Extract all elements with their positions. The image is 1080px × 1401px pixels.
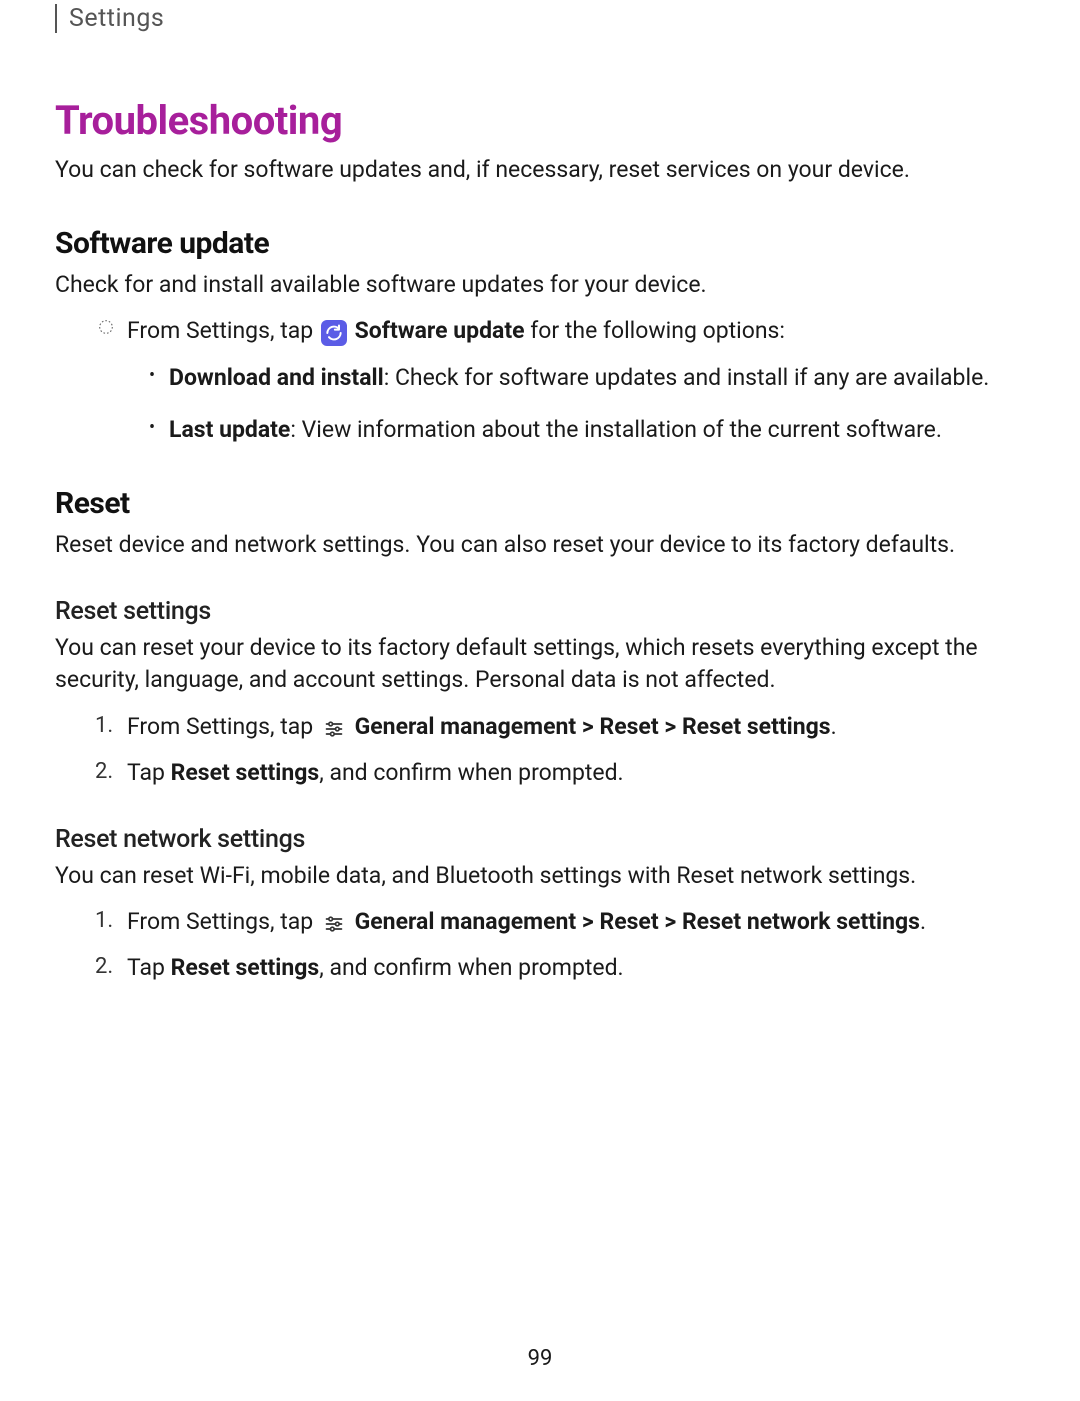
step-number: 1.	[95, 906, 117, 937]
bullet-icon: •	[145, 362, 159, 391]
reset-network-desc: You can reset Wi-Fi, mobile data, and Bl…	[55, 860, 1025, 892]
list-item: 2. Tap Reset settings, and confirm when …	[55, 952, 1025, 984]
bullet-text: Last update: View information about the …	[169, 414, 1025, 446]
reset-heading: Reset	[55, 486, 1025, 521]
intro-text: You can check for software updates and, …	[55, 154, 1025, 186]
step-text: From Settings, tap General management > …	[127, 711, 1025, 743]
step-suffix: , and confirm when prompted.	[319, 954, 623, 981]
list-item: 1. From Settings, tap General management…	[55, 906, 1025, 938]
bullet-bold: Last update	[169, 416, 290, 443]
step-bold: Software update	[355, 317, 525, 344]
reset-network-heading: Reset network settings	[55, 825, 1025, 854]
step-number: 1.	[95, 711, 117, 742]
breadcrumb: Settings	[55, 4, 1025, 33]
step-suffix: for the following options:	[525, 317, 785, 344]
step-prefix: From Settings, tap	[127, 713, 319, 740]
bullet-rest: : Check for software updates and install…	[384, 364, 990, 391]
reset-desc: Reset device and network settings. You c…	[55, 529, 1025, 561]
software-update-bullets: • Download and install: Check for softwa…	[55, 362, 1025, 446]
bullet-text: Download and install: Check for software…	[169, 362, 1025, 394]
step-bold: Reset settings	[171, 759, 320, 786]
dotted-circle-icon	[95, 315, 117, 346]
bullet-bold: Download and install	[169, 364, 384, 391]
reset-settings-desc: You can reset your device to its factory…	[55, 632, 1025, 696]
page-number: 99	[0, 1346, 1080, 1371]
list-item: • Download and install: Check for softwa…	[145, 362, 1025, 394]
step-suffix: .	[920, 908, 926, 935]
step-prefix: From Settings, tap	[127, 908, 319, 935]
reset-settings-heading: Reset settings	[55, 597, 1025, 626]
step-text: Tap Reset settings, and confirm when pro…	[127, 952, 1025, 984]
step-suffix: , and confirm when prompted.	[319, 759, 623, 786]
software-update-step: From Settings, tap Software update for t…	[55, 315, 1025, 347]
step-number: 2.	[95, 952, 117, 983]
sliders-icon	[321, 911, 347, 937]
step-suffix: .	[831, 713, 837, 740]
document-page: Settings Troubleshooting You can check f…	[0, 4, 1080, 984]
step-prefix: Tap	[127, 954, 171, 981]
bullet-icon: •	[145, 414, 159, 443]
list-item: 1. From Settings, tap General management…	[55, 711, 1025, 743]
refresh-icon	[321, 320, 347, 346]
bullet-rest: : View information about the installatio…	[290, 416, 942, 443]
step-bold: Reset settings	[171, 954, 320, 981]
software-update-desc: Check for and install available software…	[55, 269, 1025, 301]
software-update-step-text: From Settings, tap Software update for t…	[127, 315, 1025, 347]
step-text: Tap Reset settings, and confirm when pro…	[127, 757, 1025, 789]
step-prefix: From Settings, tap	[127, 317, 319, 344]
step-bold: General management > Reset > Reset setti…	[355, 713, 831, 740]
list-item: 2. Tap Reset settings, and confirm when …	[55, 757, 1025, 789]
step-text: From Settings, tap General management > …	[127, 906, 1025, 938]
step-prefix: Tap	[127, 759, 171, 786]
software-update-heading: Software update	[55, 226, 1025, 261]
list-item: • Last update: View information about th…	[145, 414, 1025, 446]
step-bold: General management > Reset > Reset netwo…	[355, 908, 920, 935]
sliders-icon	[321, 716, 347, 742]
step-number: 2.	[95, 757, 117, 788]
page-title: Troubleshooting	[55, 97, 1025, 144]
